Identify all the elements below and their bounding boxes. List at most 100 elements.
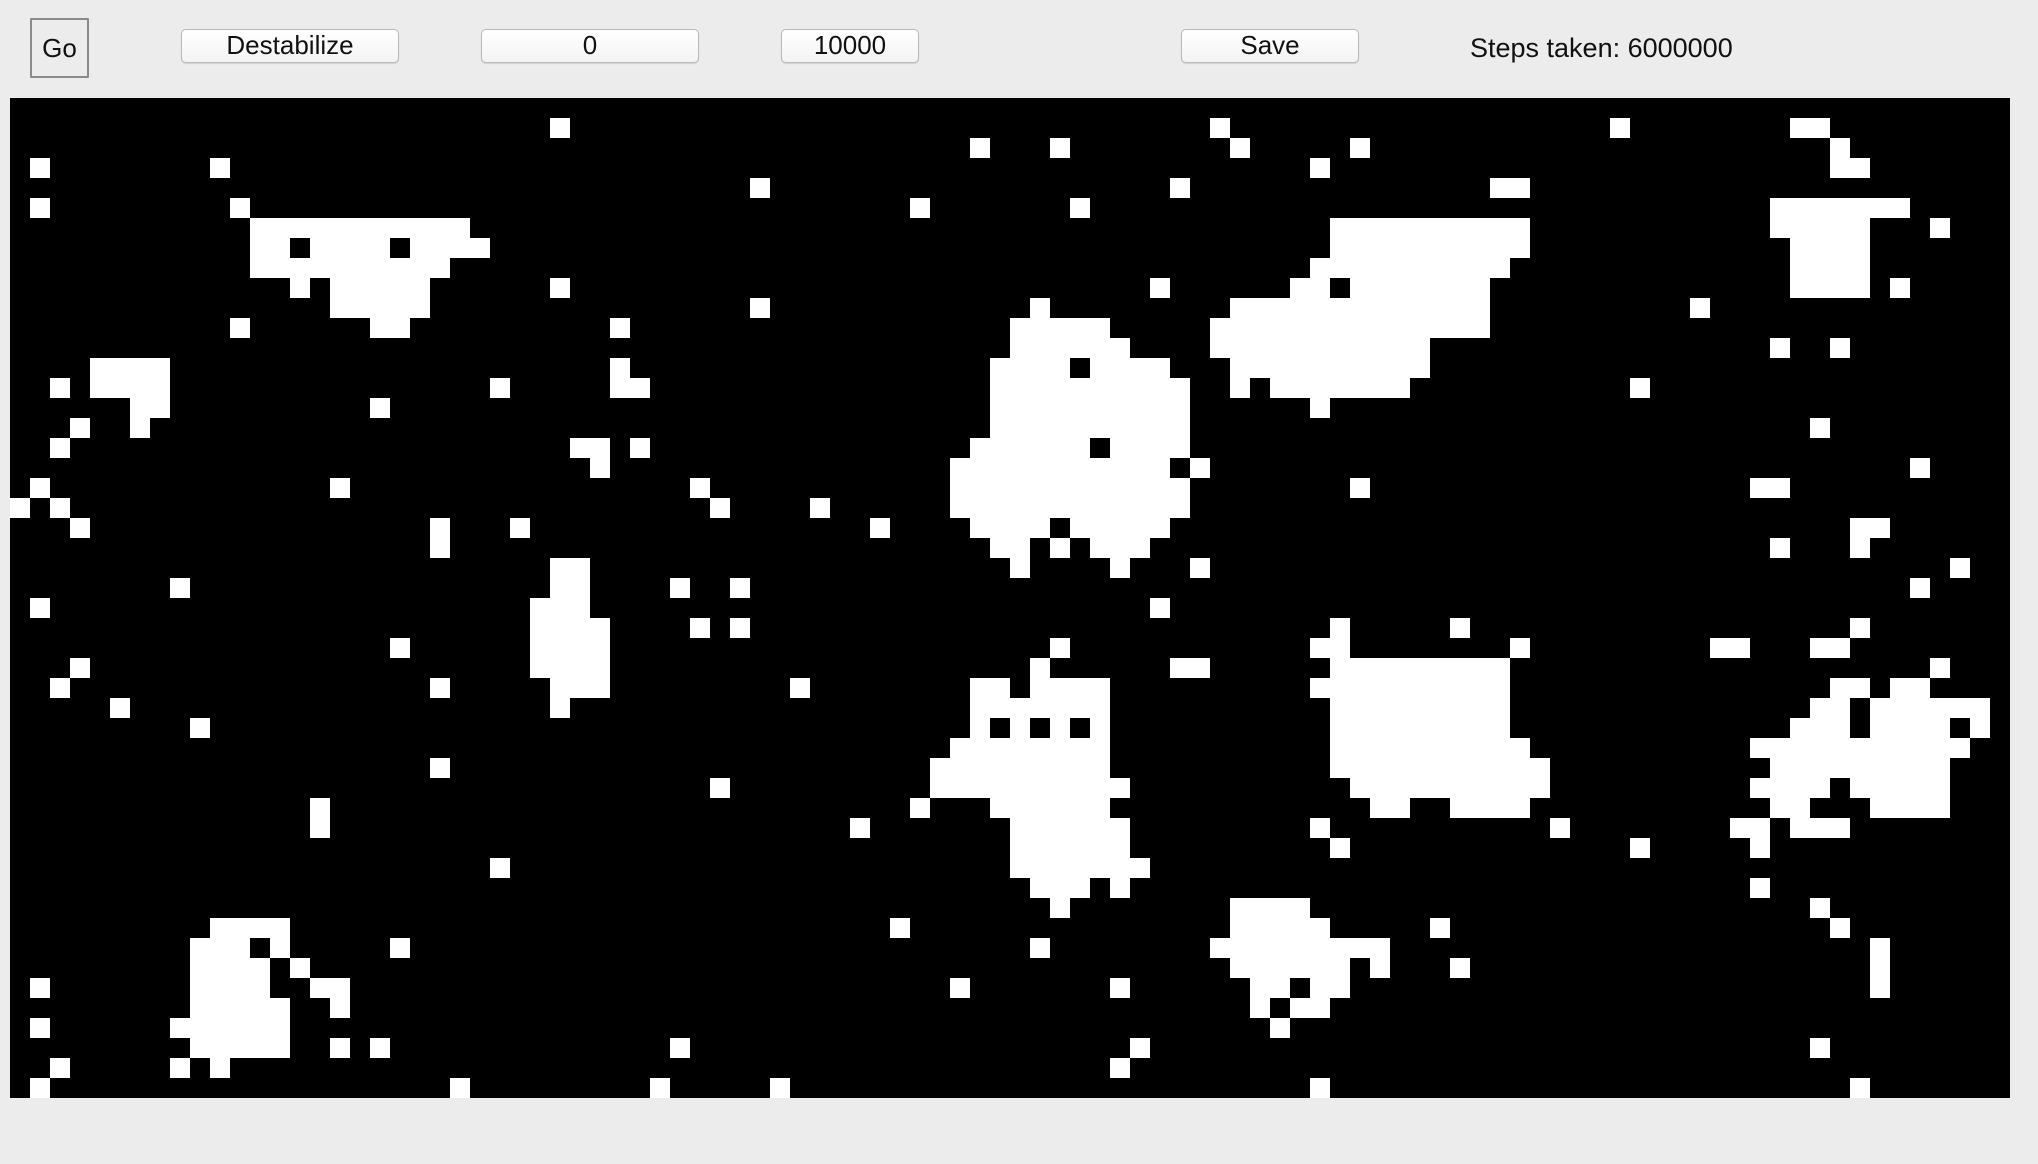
alive-cell xyxy=(1310,158,1330,178)
alive-cell xyxy=(1350,678,1370,698)
save-button[interactable]: Save xyxy=(1181,29,1359,63)
alive-cell xyxy=(810,498,830,518)
alive-cell xyxy=(1490,178,1510,198)
alive-cell xyxy=(170,578,190,598)
alive-cell xyxy=(1030,778,1050,798)
alive-cell xyxy=(1310,278,1330,298)
alive-cell xyxy=(1850,158,1870,178)
alive-cell xyxy=(350,278,370,298)
alive-cell xyxy=(170,1018,190,1038)
alive-cell xyxy=(1930,698,1950,718)
alive-cell xyxy=(1390,238,1410,258)
alive-cell xyxy=(1310,318,1330,338)
alive-cell xyxy=(1430,698,1450,718)
alive-cell xyxy=(950,458,970,478)
alive-cell xyxy=(1450,678,1470,698)
alive-cell xyxy=(1010,538,1030,558)
destabilize-button[interactable]: Destabilize xyxy=(181,29,399,63)
alive-cell xyxy=(1310,258,1330,278)
alive-cell xyxy=(210,978,230,998)
alive-cell xyxy=(230,958,250,978)
alive-cell xyxy=(1450,738,1470,758)
alive-cell xyxy=(1030,458,1050,478)
max-value-field[interactable]: 10000 xyxy=(781,29,919,63)
life-grid-canvas[interactable] xyxy=(10,98,2010,1098)
alive-cell xyxy=(1970,698,1990,718)
alive-cell xyxy=(1770,778,1790,798)
alive-cell xyxy=(1070,518,1090,538)
alive-cell xyxy=(1030,358,1050,378)
alive-cell xyxy=(1170,378,1190,398)
alive-cell xyxy=(1810,278,1830,298)
alive-cell xyxy=(1030,378,1050,398)
alive-cell xyxy=(710,778,730,798)
alive-cell xyxy=(310,798,330,818)
alive-cell xyxy=(390,278,410,298)
alive-cell xyxy=(270,918,290,938)
alive-cell xyxy=(1230,898,1250,918)
alive-cell xyxy=(310,258,330,278)
alive-cell xyxy=(1030,518,1050,538)
alive-cell xyxy=(1110,418,1130,438)
alive-cell xyxy=(1270,978,1290,998)
alive-cell xyxy=(1350,298,1370,318)
alive-cell xyxy=(1150,478,1170,498)
alive-cell xyxy=(1070,878,1090,898)
alive-cell xyxy=(1690,298,1710,318)
alive-cell xyxy=(1770,478,1790,498)
alive-cell xyxy=(1030,318,1050,338)
alive-cell xyxy=(1270,298,1290,318)
alive-cell xyxy=(1230,298,1250,318)
alive-cell xyxy=(1830,678,1850,698)
alive-cell xyxy=(1850,258,1870,278)
alive-cell xyxy=(370,298,390,318)
alive-cell xyxy=(1010,798,1030,818)
min-value-field[interactable]: 0 xyxy=(481,29,699,63)
alive-cell xyxy=(30,478,50,498)
alive-cell xyxy=(1750,478,1770,498)
alive-cell xyxy=(970,518,990,538)
go-button[interactable]: Go xyxy=(30,18,89,78)
alive-cell xyxy=(310,978,330,998)
alive-cell xyxy=(1770,218,1790,238)
alive-cell xyxy=(1070,678,1090,698)
alive-cell xyxy=(1810,638,1830,658)
alive-cell xyxy=(1410,738,1430,758)
alive-cell xyxy=(1470,778,1490,798)
alive-cell xyxy=(1410,258,1430,278)
alive-cell xyxy=(1490,718,1510,738)
alive-cell xyxy=(1810,238,1830,258)
alive-cell xyxy=(410,218,430,238)
alive-cell xyxy=(1770,758,1790,778)
alive-cell xyxy=(270,1038,290,1058)
alive-cell xyxy=(1250,998,1270,1018)
alive-cell xyxy=(250,258,270,278)
alive-cell xyxy=(250,918,270,938)
alive-cell xyxy=(110,358,130,378)
alive-cell xyxy=(130,378,150,398)
alive-cell xyxy=(1090,698,1110,718)
alive-cell xyxy=(1130,1038,1150,1058)
alive-cell xyxy=(1850,538,1870,558)
alive-cell xyxy=(1070,378,1090,398)
alive-cell xyxy=(1030,658,1050,678)
alive-cell xyxy=(390,258,410,278)
alive-cell xyxy=(1410,718,1430,738)
alive-cell xyxy=(1330,978,1350,998)
alive-cell xyxy=(270,938,290,958)
alive-cell xyxy=(1370,798,1390,818)
alive-cell xyxy=(190,998,210,1018)
alive-cell xyxy=(150,398,170,418)
alive-cell xyxy=(1850,218,1870,238)
alive-cell xyxy=(530,618,550,638)
alive-cell xyxy=(550,118,570,138)
alive-cell xyxy=(1970,718,1990,738)
alive-cell xyxy=(890,918,910,938)
alive-cell xyxy=(1390,718,1410,738)
alive-cell xyxy=(1090,778,1110,798)
alive-cell xyxy=(1250,298,1270,318)
alive-cell xyxy=(1070,818,1090,838)
alive-cell xyxy=(1890,758,1910,778)
alive-cell xyxy=(1350,758,1370,778)
alive-cell xyxy=(310,218,330,238)
